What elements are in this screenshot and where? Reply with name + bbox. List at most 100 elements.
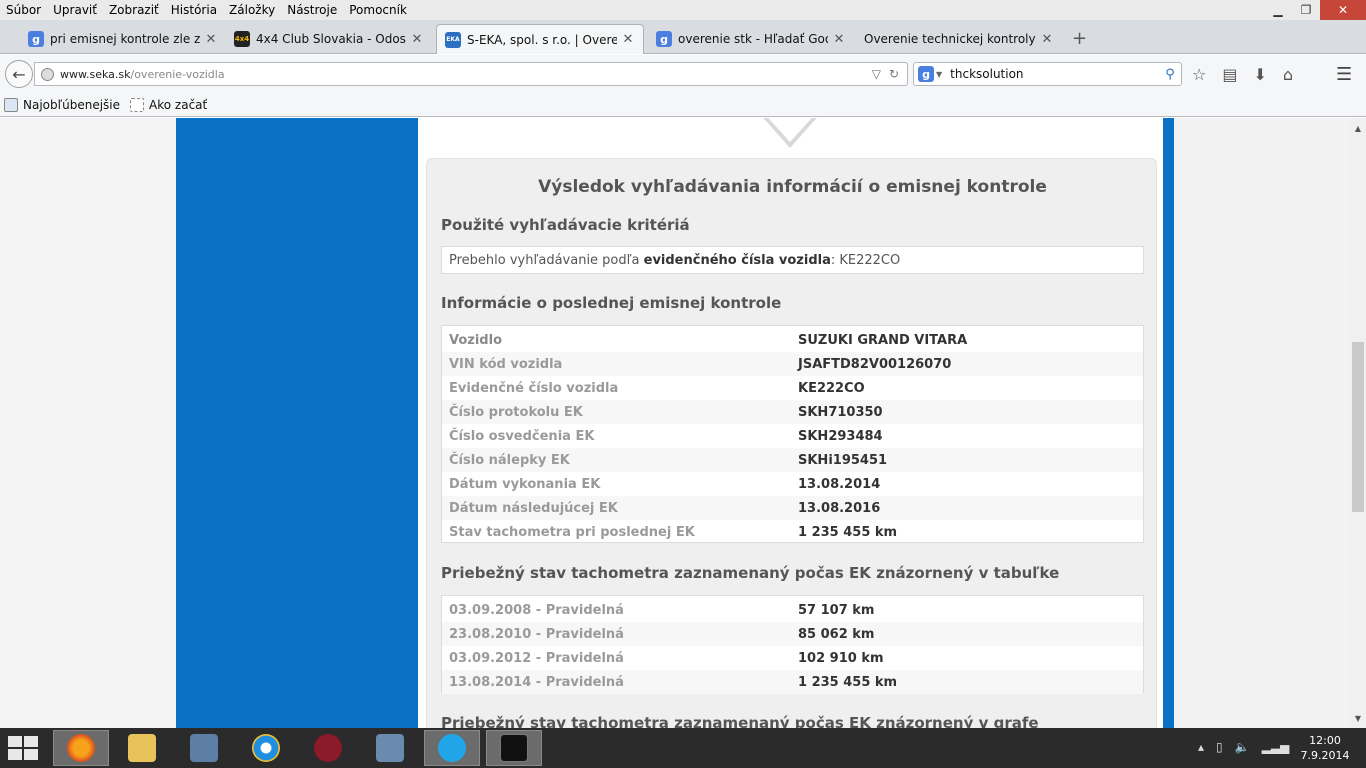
navigation-bar: ← www.seka.sk/overenie-vozidla ▽ ↻ g ▼ t… bbox=[0, 55, 1366, 93]
criteria-title: Použité vyhľadávacie kritériá bbox=[441, 216, 690, 234]
tab-4[interactable]: g overenie stk - Hľadať Goog... ✕ bbox=[648, 24, 854, 54]
right-blue-border bbox=[1163, 118, 1174, 728]
tab-title: Overenie technickej kontroly v... bbox=[864, 32, 1036, 46]
volume-icon[interactable]: 🔈 bbox=[1235, 740, 1250, 754]
scroll-thumb[interactable] bbox=[1352, 342, 1364, 512]
left-blue-column bbox=[176, 118, 418, 728]
table-row: Stav tachometra pri poslednej EK 1 235 45… bbox=[449, 524, 898, 540]
tab-3-active[interactable]: EKA S-EKA, spol. s r.o. | Overeni... ✕ bbox=[436, 24, 644, 54]
reload-icon[interactable]: ↻ bbox=[889, 67, 899, 81]
club-logo-icon: 4x4 bbox=[234, 31, 250, 47]
tab-5[interactable]: Overenie technickej kontroly v... ✕ bbox=[856, 24, 1062, 54]
criteria-box: Prebehlo vyhľadávanie podľa evidenčného … bbox=[441, 246, 1144, 274]
hamburger-menu-icon[interactable]: ☰ bbox=[1336, 64, 1352, 85]
tab-bar: g pri emisnej kontrole zle zap... ✕ 4x4 … bbox=[0, 20, 1366, 54]
menu-bookmarks[interactable]: Záložky bbox=[223, 3, 281, 17]
table-row: Dátum následujúcej EK 13.08.2016 bbox=[442, 496, 1143, 520]
tab-close-icon[interactable]: ✕ bbox=[621, 32, 635, 47]
bookmark-star-icon[interactable]: ☆ bbox=[1192, 65, 1206, 84]
menu-history[interactable]: História bbox=[165, 3, 223, 17]
seka-logo-icon: EKA bbox=[445, 31, 461, 48]
tab-title: 4x4 Club Slovakia - Odosla... bbox=[256, 32, 406, 46]
bookmark-page-icon bbox=[130, 97, 145, 112]
taskbar-app-6[interactable] bbox=[362, 730, 418, 766]
media-player-icon bbox=[314, 734, 342, 762]
skype-icon bbox=[438, 734, 466, 762]
menu-tools[interactable]: Nástroje bbox=[281, 3, 343, 17]
tray-up-arrow-icon[interactable]: ▴ bbox=[1198, 740, 1204, 754]
search-bar[interactable]: g ▼ thcksolution ⚲ bbox=[913, 62, 1182, 86]
tab-title: pri emisnej kontrole zle zap... bbox=[50, 32, 200, 46]
home-icon[interactable]: ⌂ bbox=[1283, 65, 1293, 84]
table-row: 23.08.2010 - Pravidelná 85 062 km bbox=[442, 622, 1143, 646]
tab-1[interactable]: g pri emisnej kontrole zle zap... ✕ bbox=[20, 24, 226, 54]
menu-bar: Súbor Upraviť Zobraziť História Záložky … bbox=[0, 0, 1366, 20]
download-icon[interactable]: ⬇ bbox=[1253, 65, 1266, 84]
scroll-up-icon[interactable]: ▲ bbox=[1350, 120, 1366, 136]
search-input[interactable]: thcksolution bbox=[950, 67, 1159, 81]
signal-icon[interactable]: ▂▃▅ bbox=[1262, 740, 1290, 754]
info-table: Vozidlo SUZUKI GRAND VITARA VIN kód vozid… bbox=[441, 325, 1144, 543]
internet-explorer-icon bbox=[252, 734, 280, 762]
network-computer-icon bbox=[376, 734, 404, 762]
bookmark-folder-icon bbox=[4, 97, 18, 112]
page-scrollbar[interactable]: ▲ ▼ bbox=[1350, 118, 1366, 728]
taskbar-firefox[interactable] bbox=[53, 730, 109, 766]
google-icon: g bbox=[656, 31, 672, 47]
windows-start-icon[interactable] bbox=[8, 736, 38, 760]
page-background bbox=[0, 118, 176, 728]
tacho-graph-title: Priebežný stav tachometra zaznamenaný po… bbox=[441, 714, 1039, 728]
tray-device-icon[interactable]: ▯ bbox=[1216, 740, 1223, 754]
panel-title: Výsledok vyhľadávania informácií o emisn… bbox=[538, 177, 1047, 197]
info-title: Informácie o poslednej emisnej kontrole bbox=[441, 294, 782, 312]
menu-view[interactable]: Zobraziť bbox=[103, 3, 165, 17]
folder-icon bbox=[128, 734, 156, 762]
bookmark-getting-started[interactable]: Ako začať bbox=[130, 97, 207, 112]
toolbar-icons: ☆ ▤ ⬇ ⌂ bbox=[1192, 65, 1293, 84]
close-button[interactable]: ✕ bbox=[1320, 0, 1366, 20]
page-viewport: Výsledok vyhľadávania informácií o emisn… bbox=[0, 118, 1350, 728]
bookmarks-bar: Najobľúbenejšie Ako začať bbox=[0, 93, 1366, 117]
google-icon[interactable]: g bbox=[918, 66, 934, 82]
tacho-table: 03.09.2008 - Pravidelná 57 107 km 23.08.2… bbox=[441, 595, 1144, 694]
table-row: Evidenčné číslo vozidla KE222CO bbox=[449, 380, 865, 396]
firefox-icon bbox=[67, 734, 95, 762]
minimize-button[interactable]: ▁ bbox=[1264, 0, 1292, 20]
criteria-text: Prebehlo vyhľadávanie podľa evidenčného … bbox=[449, 253, 901, 268]
taskbar-media[interactable] bbox=[300, 730, 356, 766]
tab-title: S-EKA, spol. s r.o. | Overeni... bbox=[467, 32, 617, 47]
reading-list-icon[interactable]: ▤ bbox=[1222, 65, 1237, 84]
back-arrow-icon[interactable]: ← bbox=[5, 60, 33, 88]
restore-button[interactable]: ❐ bbox=[1292, 0, 1320, 20]
scroll-down-icon[interactable]: ▼ bbox=[1350, 710, 1366, 726]
tab-close-icon[interactable]: ✕ bbox=[204, 32, 218, 47]
result-panel: Výsledok vyhľadávania informácií o emisn… bbox=[426, 158, 1157, 728]
taskbar-clock[interactable]: 12:00 7.9.2014 bbox=[1290, 733, 1360, 763]
new-tab-plus-icon[interactable]: + bbox=[1072, 28, 1087, 49]
taskbar-app-3[interactable] bbox=[176, 730, 232, 766]
menu-help[interactable]: Pomocník bbox=[343, 3, 413, 17]
taskbar: ▴ ▯ 🔈 ▂▃▅ 12:00 7.9.2014 bbox=[0, 728, 1366, 768]
remote-desktop-icon bbox=[190, 734, 218, 762]
tab-close-icon[interactable]: ✕ bbox=[410, 32, 424, 47]
taskbar-explorer[interactable] bbox=[114, 730, 170, 766]
taskbar-blackberry[interactable] bbox=[486, 730, 542, 766]
table-row: 13.08.2014 - Pravidelná 1 235 455 km bbox=[442, 670, 1143, 694]
tab-close-icon[interactable]: ✕ bbox=[832, 32, 846, 47]
chevron-down-icon[interactable]: ▼ bbox=[936, 70, 942, 79]
bookmark-most-visited[interactable]: Najobľúbenejšie bbox=[4, 97, 120, 112]
url-bar[interactable]: www.seka.sk/overenie-vozidla ▽ ↻ bbox=[34, 62, 908, 86]
url-text[interactable]: www.seka.sk/overenie-vozidla bbox=[60, 68, 872, 81]
search-magnifier-icon[interactable]: ⚲ bbox=[1159, 67, 1181, 82]
main-content: Výsledok vyhľadávania informácií o emisn… bbox=[418, 118, 1163, 728]
tab-close-icon[interactable]: ✕ bbox=[1040, 32, 1054, 47]
menu-file[interactable]: Súbor bbox=[0, 3, 47, 17]
taskbar-skype[interactable] bbox=[424, 730, 480, 766]
taskbar-ie[interactable] bbox=[238, 730, 294, 766]
table-row: Číslo protokolu EK SKH710350 bbox=[442, 400, 1143, 424]
menu-edit[interactable]: Upraviť bbox=[47, 3, 103, 17]
table-row: Vozidlo SUZUKI GRAND VITARA bbox=[449, 332, 968, 348]
tab-2[interactable]: 4x4 4x4 Club Slovakia - Odosla... ✕ bbox=[226, 24, 432, 54]
table-row: Číslo osvedčenia EK SKH293484 bbox=[449, 428, 883, 444]
dropdown-arrow-icon[interactable]: ▽ bbox=[872, 67, 881, 81]
